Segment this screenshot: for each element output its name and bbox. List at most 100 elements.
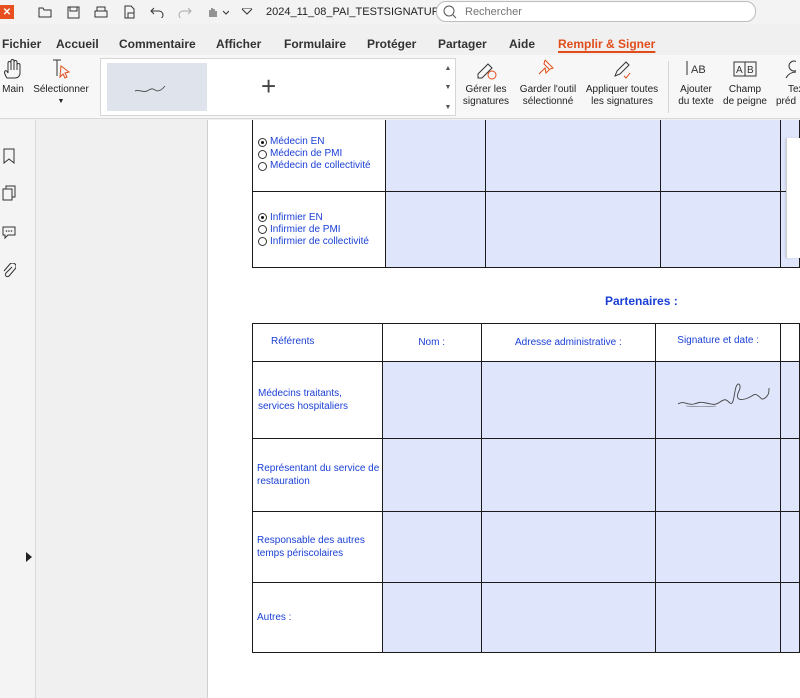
scroll-up-icon[interactable]: ▲	[445, 65, 452, 72]
bookmark-icon[interactable]	[0, 146, 18, 166]
apply-all-signatures-button[interactable]: Appliquer toutes les signatures	[582, 58, 662, 108]
menu-fichier[interactable]: Fichier	[2, 37, 41, 51]
form-field[interactable]	[780, 511, 800, 583]
radio-medecin-collectivite[interactable]: Médecin de collectivité	[258, 160, 385, 172]
radio-label: Infirmier de collectivité	[270, 235, 369, 247]
radio-infirmier-pmi[interactable]: Infirmier de PMI	[258, 224, 385, 236]
pages-icon[interactable]	[0, 183, 18, 203]
signature-scribble-icon	[134, 85, 166, 93]
expand-gallery-icon[interactable]: ▼	[445, 104, 452, 111]
menu-commentaire[interactable]: Commentaire	[119, 37, 196, 51]
partners-table: Référents Nom : Adresse administrative :…	[252, 323, 800, 653]
select-tool-button[interactable]: Sélectionner ▼	[32, 58, 90, 108]
form-field[interactable]	[381, 438, 482, 512]
form-field[interactable]	[381, 361, 482, 439]
form-field[interactable]	[480, 511, 657, 583]
menu-remplir-signer[interactable]: Remplir & Signer	[558, 37, 655, 51]
save-icon[interactable]	[62, 1, 84, 23]
signature-gallery: + ▲ ▼ ▼	[100, 58, 456, 116]
search-box[interactable]	[436, 1, 756, 22]
select-cursor-icon	[53, 59, 71, 79]
keep-tool-selected-button[interactable]: Garder l'outil sélectionné	[516, 58, 580, 108]
add-signature-button[interactable]: +	[261, 71, 276, 102]
add-text-button[interactable]: AB Ajouter du texte	[674, 58, 718, 108]
radio-icon[interactable]	[258, 161, 267, 171]
print-icon[interactable]	[90, 1, 112, 23]
form-field[interactable]	[381, 511, 482, 583]
menu-formulaire[interactable]: Formulaire	[284, 37, 346, 51]
form-field[interactable]	[385, 191, 487, 268]
hand-tool-dropdown-icon[interactable]	[202, 1, 232, 23]
pin-icon	[538, 59, 554, 75]
menu-afficher[interactable]: Afficher	[216, 37, 261, 51]
export-icon[interactable]	[118, 1, 140, 23]
table-row: Médecins traitants, services hospitalier…	[252, 361, 800, 439]
menu-accueil[interactable]: Accueil	[56, 37, 99, 51]
form-field[interactable]	[485, 120, 662, 192]
placed-signature-icon	[677, 383, 770, 408]
form-field[interactable]	[780, 582, 800, 653]
undo-icon[interactable]	[146, 1, 168, 23]
header-referents: Référents	[252, 323, 383, 362]
gallery-scroll[interactable]: ▲ ▼ ▼	[443, 59, 453, 117]
form-field[interactable]	[480, 438, 657, 512]
hand-tool-label: Main	[2, 84, 24, 95]
search-icon	[443, 5, 457, 18]
keep-tool-label-2: sélectionné	[522, 96, 574, 107]
table-row: Autres :	[252, 582, 800, 653]
row-label-cell: Représentant du service de restauration	[252, 438, 383, 512]
form-field[interactable]	[385, 120, 487, 192]
radio-checked-icon[interactable]	[258, 213, 267, 222]
form-field[interactable]	[780, 438, 800, 512]
header-signature: Signature et date :	[655, 323, 782, 362]
menu-proteger[interactable]: Protéger	[367, 37, 416, 51]
attachment-icon[interactable]	[0, 261, 18, 281]
radio-medecin-en[interactable]: Médecin EN	[258, 136, 385, 148]
select-dropdown-icon[interactable]: ▼	[58, 96, 65, 108]
predefined-text-button[interactable]: Tex préd	[774, 58, 800, 108]
form-field[interactable]	[480, 582, 657, 653]
form-field[interactable]	[660, 120, 781, 192]
radio-icon[interactable]	[258, 225, 267, 234]
form-field[interactable]	[381, 582, 482, 653]
svg-text:B: B	[747, 65, 754, 76]
svg-text:A: A	[736, 65, 743, 76]
manage-signatures-button[interactable]: Gérer les signatures	[460, 58, 512, 108]
radio-icon[interactable]	[258, 237, 267, 246]
hand-tool-button[interactable]: Main	[0, 58, 26, 96]
apply-pen-icon	[614, 61, 631, 79]
predefined-text-label-2: préd	[776, 96, 797, 107]
comb-field-button[interactable]: AB Champ de peigne	[720, 58, 770, 108]
form-field[interactable]	[485, 191, 662, 268]
radio-infirmier-en[interactable]: Infirmier EN	[258, 212, 385, 224]
expand-panel-arrow-icon[interactable]	[26, 552, 32, 562]
redo-icon[interactable]	[174, 1, 196, 23]
comments-icon[interactable]	[0, 222, 18, 242]
search-input[interactable]	[465, 5, 745, 18]
row-label: Médecins traitants,	[258, 388, 342, 399]
radio-infirmier-collectivite[interactable]: Infirmier de collectivité	[258, 236, 385, 248]
radio-checked-icon[interactable]	[258, 137, 267, 147]
form-field[interactable]	[655, 438, 782, 512]
menu-bar: Fichier Accueil Commentaire Afficher For…	[0, 33, 800, 55]
side-flyout-panel[interactable]	[786, 138, 800, 258]
form-field[interactable]	[655, 582, 782, 653]
radio-medecin-pmi[interactable]: Médecin de PMI	[258, 148, 385, 160]
form-field[interactable]	[780, 361, 800, 439]
ribbon-separator	[668, 61, 669, 113]
radio-label: Médecin EN	[270, 136, 325, 147]
scroll-down-icon[interactable]: ▼	[445, 84, 452, 91]
form-field[interactable]	[480, 361, 657, 439]
saved-signature-thumbnail[interactable]	[107, 63, 207, 111]
radio-icon[interactable]	[258, 149, 267, 159]
customize-chevron-icon[interactable]	[236, 1, 258, 23]
form-field[interactable]	[655, 511, 782, 583]
form-field[interactable]	[660, 191, 781, 268]
predefined-text-icon	[785, 60, 796, 79]
open-folder-icon[interactable]	[34, 1, 56, 23]
menu-aide[interactable]: Aide	[509, 37, 535, 51]
add-text-label-2: du texte	[678, 96, 714, 107]
menu-partager[interactable]: Partager	[438, 37, 487, 51]
row-label: Autres :	[257, 612, 292, 623]
signature-field[interactable]	[655, 361, 782, 439]
